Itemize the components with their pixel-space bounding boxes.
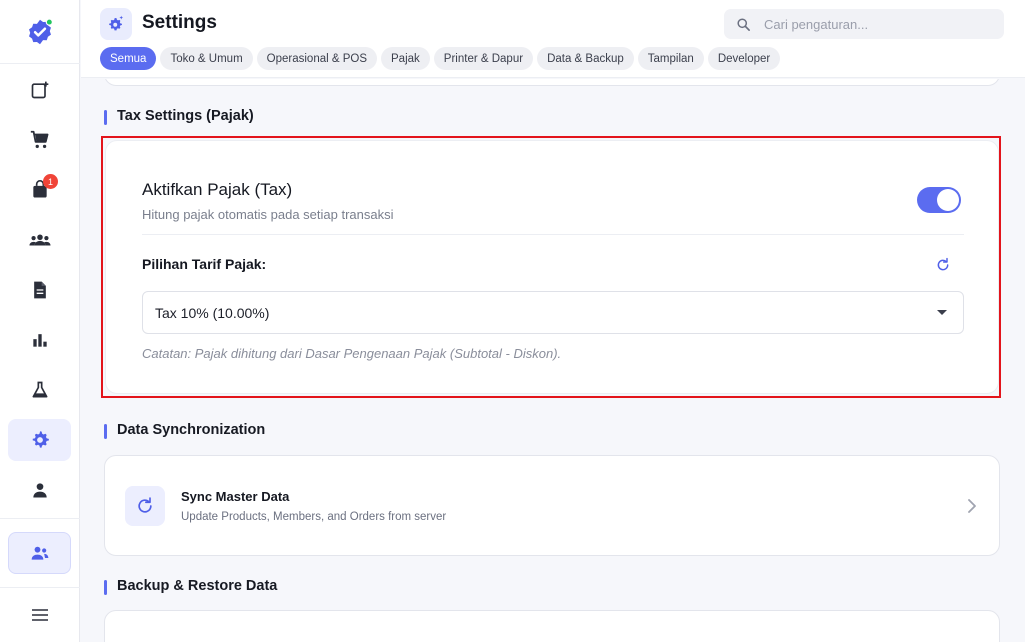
sync-master-data-card[interactable]: Sync Master Data Update Products, Member… bbox=[104, 455, 1000, 556]
sidebar-item-reports[interactable] bbox=[8, 269, 71, 311]
tab-pajak[interactable]: Pajak bbox=[381, 47, 430, 70]
sync-icon-box bbox=[125, 486, 165, 526]
app-logo bbox=[0, 0, 80, 64]
tax-toggle-title: Aktifkan Pajak (Tax) bbox=[142, 180, 293, 199]
page-title: Settings bbox=[142, 12, 217, 33]
header: Settings Semua Toko & Umum Operasional &… bbox=[81, 0, 1025, 78]
switch-user-button[interactable] bbox=[8, 532, 71, 574]
tab-data-backup[interactable]: Data & Backup bbox=[537, 47, 634, 70]
tax-rate-label: Pilihan Tarif Pajak: bbox=[142, 256, 267, 272]
sidebar-item-analytics[interactable] bbox=[8, 319, 71, 361]
sidebar-item-settings[interactable] bbox=[8, 419, 71, 461]
document-icon bbox=[33, 281, 46, 299]
sync-icon bbox=[138, 497, 152, 513]
orders-badge: 1 bbox=[43, 174, 58, 189]
chevron-down-icon bbox=[937, 310, 947, 315]
gear-icon bbox=[32, 431, 49, 448]
sidebar-item-cart[interactable] bbox=[8, 119, 71, 161]
tax-section-title: Tax Settings (Pajak) bbox=[104, 108, 254, 125]
tab-developer[interactable]: Developer bbox=[707, 47, 781, 70]
gear-sparkle-icon bbox=[109, 15, 124, 31]
tax-settings-card: Aktifkan Pajak (Tax) Hitung pajak otomat… bbox=[105, 140, 999, 394]
search-box[interactable] bbox=[724, 9, 1004, 39]
sync-description: Update Products, Members, and Orders fro… bbox=[181, 511, 447, 523]
sidebar: 1 bbox=[0, 0, 80, 642]
previous-settings-card bbox=[104, 79, 1000, 86]
toggle-knob bbox=[937, 189, 959, 211]
user-switch-icon bbox=[31, 546, 48, 560]
tax-divider bbox=[142, 234, 964, 235]
sidebar-divider bbox=[0, 518, 80, 519]
tax-note: Catatan: Pajak dihitung dari Dasar Penge… bbox=[142, 346, 562, 361]
tab-toko-umum[interactable]: Toko & Umum bbox=[160, 47, 253, 70]
sidebar-item-profile[interactable] bbox=[8, 469, 71, 511]
settings-title-icon bbox=[100, 8, 132, 40]
sidebar-item-orders[interactable]: 1 bbox=[8, 169, 71, 211]
sync-section-title: Data Synchronization bbox=[104, 422, 265, 439]
tax-rate-select[interactable]: Tax 10% (10.00%) bbox=[142, 291, 964, 334]
verified-badge-icon bbox=[29, 17, 53, 44]
tax-enable-toggle[interactable] bbox=[917, 187, 961, 213]
tax-rate-selected-value: Tax 10% (10.00%) bbox=[155, 304, 270, 321]
tab-printer-dapur[interactable]: Printer & Dapur bbox=[433, 47, 534, 70]
refresh-icon bbox=[937, 257, 949, 271]
chevron-right-icon bbox=[968, 499, 976, 513]
backup-section-title: Backup & Restore Data bbox=[104, 578, 277, 595]
sidebar-item-new-order[interactable] bbox=[8, 69, 71, 111]
sidebar-item-customers[interactable] bbox=[8, 219, 71, 261]
sidebar-item-lab[interactable] bbox=[8, 369, 71, 411]
tab-tampilan[interactable]: Tampilan bbox=[637, 47, 704, 70]
flask-icon bbox=[32, 381, 48, 398]
search-icon bbox=[737, 17, 750, 31]
new-order-icon bbox=[31, 81, 48, 99]
tax-toggle-subtitle: Hitung pajak otomatis pada setiap transa… bbox=[142, 207, 394, 222]
tab-semua[interactable]: Semua bbox=[100, 47, 157, 70]
tab-operasional-pos[interactable]: Operasional & POS bbox=[256, 47, 378, 70]
sidebar-divider-2 bbox=[0, 587, 80, 588]
sync-title: Sync Master Data bbox=[181, 489, 290, 504]
settings-content[interactable]: Tax Settings (Pajak) Aktifkan Pajak (Tax… bbox=[81, 79, 1025, 642]
refresh-rates-button[interactable] bbox=[933, 255, 953, 275]
category-tabs: Semua Toko & Umum Operasional & POS Paja… bbox=[100, 47, 781, 70]
search-input[interactable] bbox=[764, 16, 984, 32]
person-icon bbox=[32, 483, 47, 498]
bar-chart-icon bbox=[32, 334, 47, 347]
menu-icon bbox=[31, 609, 48, 621]
backup-restore-card[interactable] bbox=[104, 610, 1000, 642]
people-icon bbox=[28, 234, 51, 246]
cart-icon bbox=[30, 130, 48, 149]
menu-button[interactable] bbox=[8, 594, 71, 636]
